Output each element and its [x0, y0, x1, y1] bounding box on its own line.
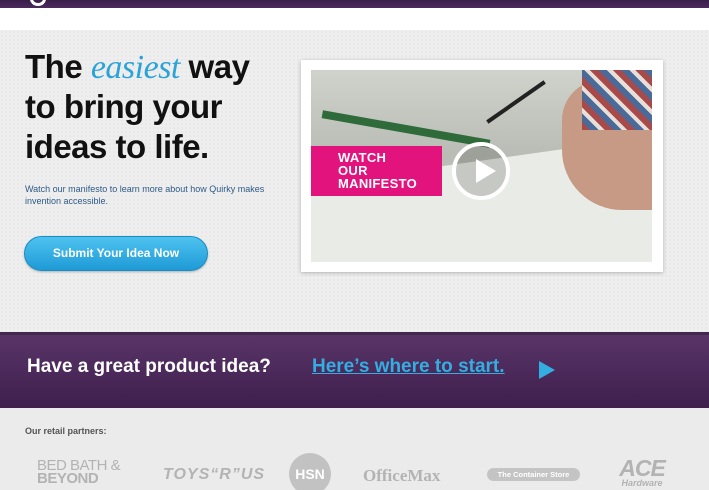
- headline-accent: easiest: [90, 49, 181, 86]
- banner-shadow: [0, 332, 709, 335]
- nav-spacer: [0, 8, 709, 30]
- container-store-logo[interactable]: The Container Store: [487, 468, 580, 481]
- bed-bath-beyond-logo[interactable]: BED BATH & BEYOND: [37, 458, 132, 486]
- hsn-logo[interactable]: HSN: [289, 453, 331, 490]
- watch-manifesto-label[interactable]: WATCH OUR MANIFESTO: [311, 146, 442, 196]
- ace-hardware-logo[interactable]: ACE Hardware: [612, 457, 672, 488]
- top-nav-bar: [0, 0, 709, 8]
- hero-headline: The easiest way to bring your ideas to l…: [25, 50, 300, 170]
- video-still-pen: [486, 80, 546, 124]
- arrow-right-icon[interactable]: [539, 361, 555, 379]
- manifesto-video[interactable]: WATCH OUR MANIFESTO: [311, 70, 652, 262]
- submit-idea-button[interactable]: Submit Your Idea Now: [24, 236, 208, 271]
- video-still-markers: [321, 110, 491, 148]
- headline-line-1: The easiest way: [25, 50, 300, 90]
- hero-section: The easiest way to bring your ideas to l…: [0, 30, 709, 332]
- ace-logo-text: ACE: [619, 455, 666, 481]
- hero-subtext: Watch our manifesto to learn more about …: [25, 184, 265, 206]
- officemax-logo[interactable]: OfficeMax: [363, 466, 440, 486]
- quirky-logo-icon[interactable]: [30, 0, 46, 6]
- cta-banner: Have a great product idea? Here’s where …: [0, 332, 709, 408]
- toys-r-us-logo[interactable]: TOYS“R”US: [163, 466, 265, 484]
- headline-post: way: [179, 48, 250, 85]
- retail-partners-section: Our retail partners: BED BATH & BEYOND T…: [0, 408, 709, 490]
- watch-label-line-3: MANIFESTO: [338, 176, 418, 191]
- headline-pre: The: [25, 48, 91, 85]
- partners-title: Our retail partners:: [25, 426, 107, 436]
- play-triangle: [476, 159, 496, 183]
- play-icon[interactable]: [452, 142, 510, 200]
- where-to-start-link[interactable]: Here’s where to start.: [312, 356, 505, 378]
- banner-question: Have a great product idea?: [27, 356, 271, 377]
- headline-line-2: to bring your: [25, 88, 222, 125]
- video-still-sleeve: [582, 70, 652, 130]
- video-frame: WATCH OUR MANIFESTO: [301, 60, 663, 272]
- headline-line-3: ideas to life.: [25, 128, 209, 165]
